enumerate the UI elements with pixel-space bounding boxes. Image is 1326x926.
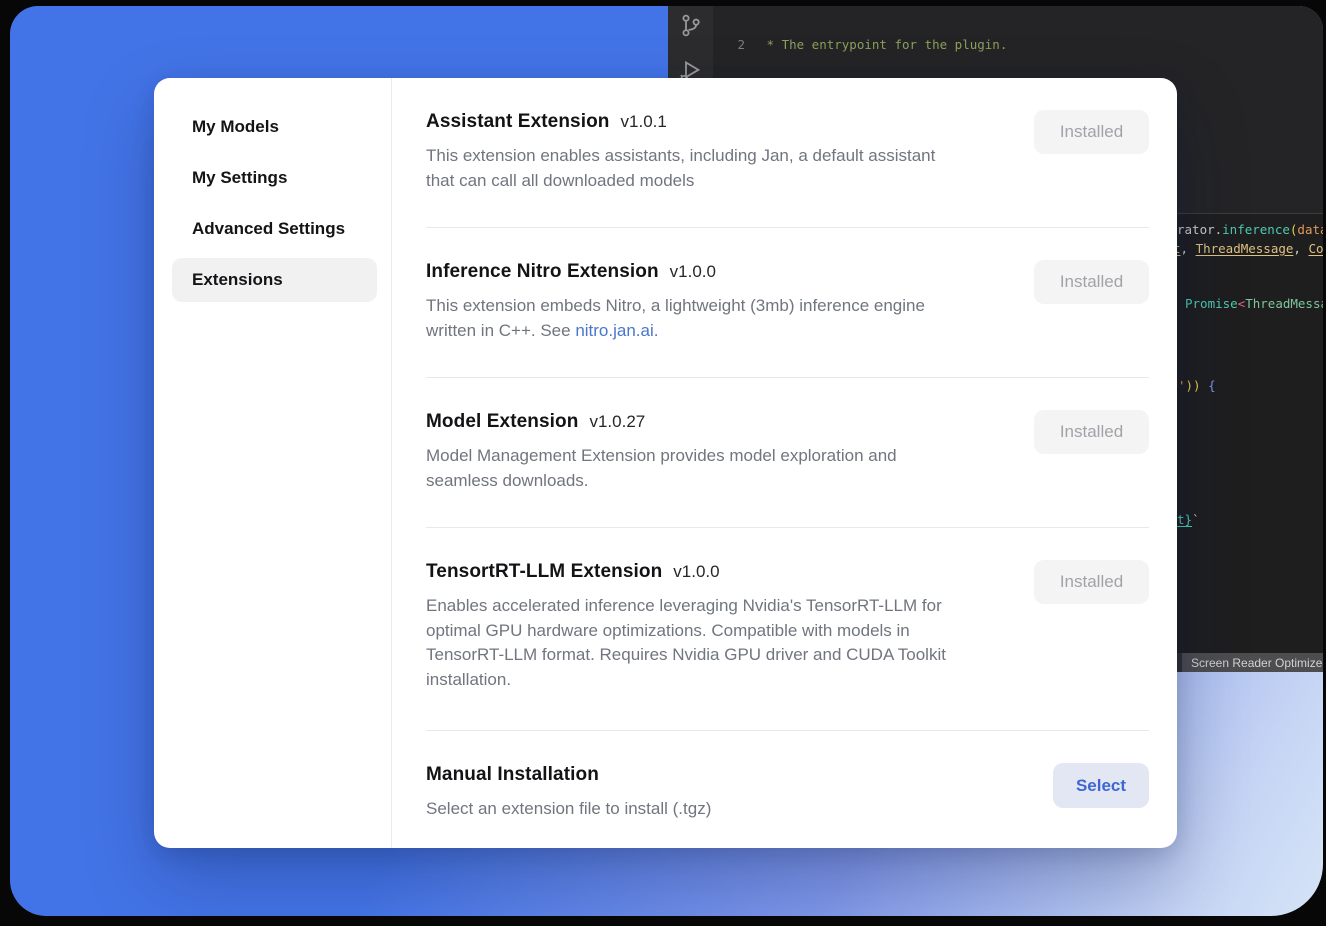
sidebar-item-my-settings[interactable]: My Settings	[172, 156, 377, 200]
line-number: 2	[713, 36, 759, 53]
sidebar-item-my-models[interactable]: My Models	[172, 105, 377, 149]
installed-button[interactable]: Installed	[1034, 110, 1149, 154]
manual-installation-description: Select an extension file to install (.tg…	[426, 797, 711, 822]
settings-modal: My Models My Settings Advanced Settings …	[154, 78, 1177, 848]
code-fragment: ')) {	[1178, 378, 1216, 393]
sidebar-item-label: My Settings	[192, 168, 287, 188]
installed-button[interactable]: Installed	[1034, 410, 1149, 454]
extension-version: v1.0.0	[670, 262, 716, 282]
sidebar-item-label: Extensions	[192, 270, 283, 290]
extension-description: Model Management Extension provides mode…	[426, 444, 897, 493]
nitro-jan-ai-link[interactable]: nitro.jan.ai.	[575, 321, 658, 340]
sidebar-item-extensions[interactable]: Extensions	[172, 258, 377, 302]
extension-description: Enables accelerated inference leveraging…	[426, 594, 946, 692]
code-fragment: t}`	[1177, 512, 1200, 527]
extension-name: Inference Nitro Extension	[426, 261, 659, 283]
extension-version: v1.0.27	[589, 412, 645, 432]
extension-row-nitro: Inference Nitro Extension v1.0.0 This ex…	[426, 228, 1149, 378]
app-window-background: 2 * The entrypoint for the plugin. 3 */ …	[10, 6, 1323, 916]
extension-version: v1.0.0	[673, 562, 719, 582]
manual-installation-title: Manual Installation	[426, 764, 599, 786]
code-fragment: rator.inference(data));	[1177, 222, 1323, 237]
sidebar-item-advanced-settings[interactable]: Advanced Settings	[172, 207, 377, 251]
extension-description: This extension embeds Nitro, a lightweig…	[426, 294, 925, 343]
extension-row-model: Model Extension v1.0.27 Model Management…	[426, 378, 1149, 528]
settings-sidebar: My Models My Settings Advanced Settings …	[154, 78, 392, 848]
code-line: 2 * The entrypoint for the plugin.	[713, 36, 1323, 53]
sidebar-item-label: Advanced Settings	[192, 219, 345, 239]
manual-installation-row: Manual Installation Select an extension …	[426, 731, 1149, 848]
screenshot-stage: 2 * The entrypoint for the plugin. 3 */ …	[0, 0, 1326, 926]
extension-name: Assistant Extension	[426, 111, 610, 133]
extension-name: Model Extension	[426, 411, 578, 433]
installed-button[interactable]: Installed	[1034, 560, 1149, 604]
extension-name: TensortRT-LLM Extension	[426, 561, 662, 583]
installed-button[interactable]: Installed	[1034, 260, 1149, 304]
sidebar-item-label: My Models	[192, 117, 279, 137]
code-text: * The entrypoint for the plugin.	[759, 36, 1007, 53]
extension-row-assistant: Assistant Extension v1.0.1 This extensio…	[426, 78, 1149, 228]
extensions-list: Assistant Extension v1.0.1 This extensio…	[392, 78, 1177, 848]
code-fragment: Promise<ThreadMessage>	[1185, 296, 1323, 311]
source-control-icon[interactable]	[677, 12, 704, 39]
screen-reader-status-button[interactable]: Screen Reader Optimize	[1182, 653, 1323, 672]
extension-row-tensorrt: TensortRT-LLM Extension v1.0.0 Enables a…	[426, 528, 1149, 731]
extension-description: This extension enables assistants, inclu…	[426, 144, 935, 193]
extension-version: v1.0.1	[621, 112, 667, 132]
select-file-button[interactable]: Select	[1053, 763, 1149, 808]
